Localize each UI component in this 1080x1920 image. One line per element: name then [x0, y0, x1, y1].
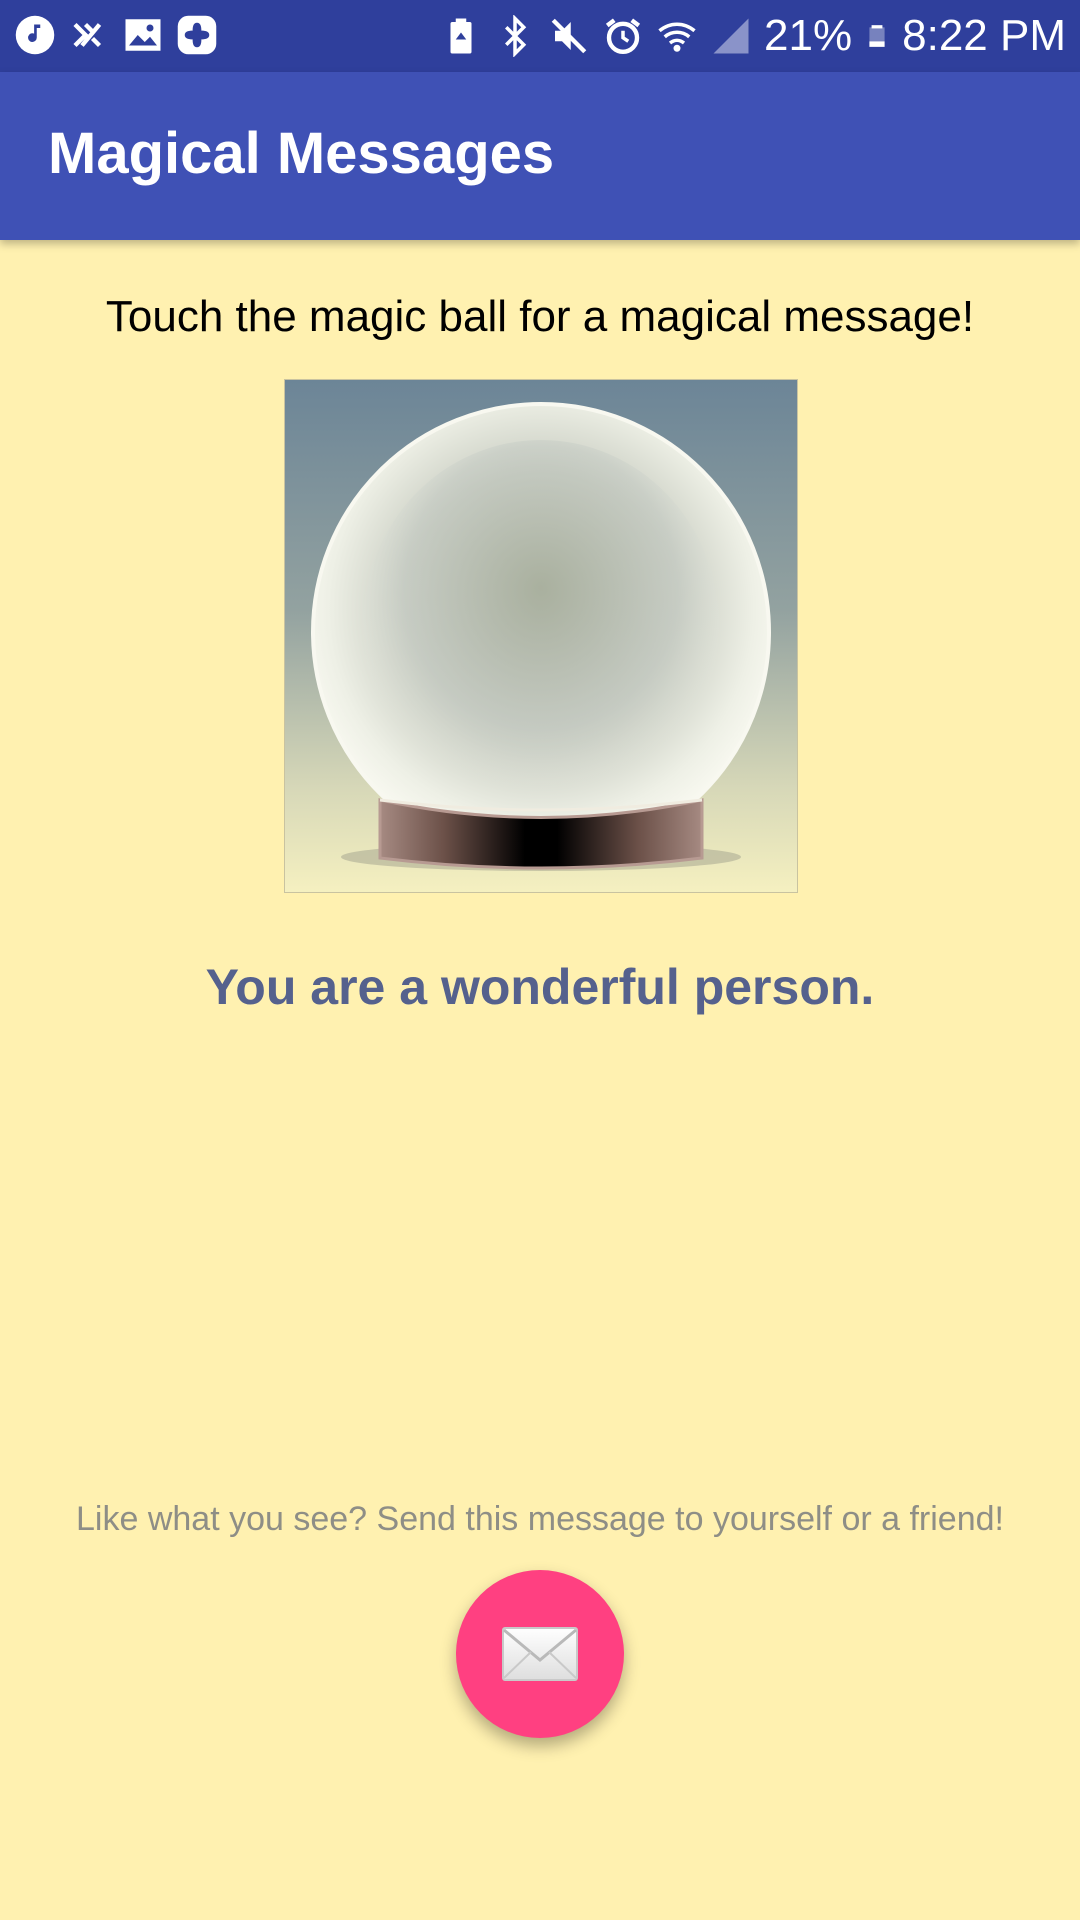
signal-icon [713, 18, 749, 54]
crystal-ball-icon [311, 402, 771, 871]
battery-percent: 21% [764, 11, 853, 60]
alarm-icon [605, 18, 641, 54]
app-bar: Magical Messages [0, 72, 1080, 240]
instruction-text: Touch the magic ball for a magical messa… [105, 292, 975, 341]
app-title: Magical Messages [48, 121, 555, 186]
bluetooth-icon [505, 15, 527, 57]
ship-icon [73, 22, 102, 48]
send-message-button[interactable] [456, 1570, 624, 1738]
music-icon [15, 15, 55, 55]
envelope-icon [502, 1627, 578, 1681]
magic-ball-button[interactable] [284, 379, 798, 893]
clock: 8:22 PM [902, 11, 1066, 60]
plus-icon [177, 15, 217, 55]
status-bar: 21% 8:22 PM [0, 0, 1080, 72]
battery-saver-icon [450, 18, 472, 54]
wifi-icon [658, 22, 696, 52]
magic-message: You are a wonderful person. [205, 959, 875, 1015]
image-icon [125, 19, 161, 51]
share-hint-text: Like what you see? Send this message to … [76, 1500, 1004, 1538]
mute-icon [551, 18, 587, 54]
battery-icon [869, 25, 885, 47]
